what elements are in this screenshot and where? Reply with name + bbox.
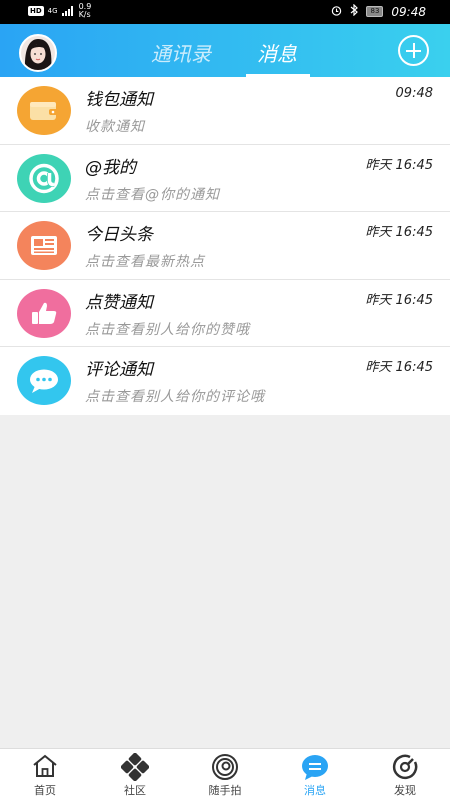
status-left: HD 4G 0.9 K/s xyxy=(28,3,91,19)
at-sign-icon xyxy=(17,153,71,203)
status-time: 09:48 xyxy=(391,4,426,19)
message-title: 点赞通知 xyxy=(85,292,153,313)
battery-indicator: 83 xyxy=(366,6,384,17)
message-subtitle: 点击查看别人给你的评论哦 xyxy=(85,389,265,405)
nav-label: 随手拍 xyxy=(208,784,242,797)
message-time: 昨天 16:45 xyxy=(365,360,433,375)
network-type: 4G xyxy=(47,6,58,15)
camera-swirl-icon xyxy=(212,754,238,780)
top-header: 通讯录 消息 xyxy=(0,24,450,77)
message-row-wallet[interactable]: 钱包通知 收款通知 09:48 xyxy=(0,77,450,145)
message-subtitle: 收款通知 xyxy=(85,119,145,135)
message-icon xyxy=(302,755,328,780)
tab-messages[interactable]: 消息 xyxy=(257,38,297,67)
thumbs-up-icon xyxy=(17,288,71,338)
message-title: 钱包通知 xyxy=(85,90,153,110)
message-subtitle: 点击查看别人给你的赞哦 xyxy=(85,321,250,338)
wallet-icon xyxy=(17,86,71,135)
bluetooth-icon xyxy=(350,3,359,19)
home-icon xyxy=(33,754,57,777)
add-button[interactable] xyxy=(398,35,429,66)
message-row-headlines[interactable]: 今日头条 点击查看最新热点 昨天 16:45 xyxy=(0,212,450,280)
hd-badge: HD xyxy=(28,6,44,16)
community-icon xyxy=(121,753,149,781)
status-right: 83 09:48 xyxy=(331,3,426,19)
message-time: 昨天 16:45 xyxy=(365,225,433,240)
comment-bubble-icon xyxy=(17,356,71,405)
nav-snapshot[interactable]: 随手拍 xyxy=(180,749,270,800)
newspaper-icon xyxy=(17,221,71,270)
nav-label: 社区 xyxy=(124,784,146,797)
user-avatar[interactable] xyxy=(19,34,57,72)
alarm-icon xyxy=(331,5,342,19)
nav-label: 发现 xyxy=(394,784,416,797)
nav-community[interactable]: 社区 xyxy=(90,749,180,800)
tab-contacts[interactable]: 通讯录 xyxy=(151,38,211,67)
message-title: 今日头条 xyxy=(85,225,153,245)
nav-label: 首页 xyxy=(34,784,56,797)
speed-unit: K/s xyxy=(78,10,91,19)
message-title: @我的 xyxy=(85,157,136,178)
nav-home[interactable]: 首页 xyxy=(0,749,90,800)
message-list: 钱包通知 收款通知 09:48 @我的 点击查看@你的通知 昨天 16:45 今… xyxy=(0,77,450,415)
message-row-comments[interactable]: 评论通知 点击查看别人给你的评论哦 昨天 16:45 xyxy=(0,347,450,415)
nav-messages[interactable]: 消息 xyxy=(270,749,360,800)
signal-icon xyxy=(61,6,73,16)
message-time: 09:48 xyxy=(395,86,433,101)
status-bar: HD 4G 0.9 K/s 83 09:48 xyxy=(0,0,450,24)
message-title: 评论通知 xyxy=(85,360,153,380)
avatar-image xyxy=(21,36,55,70)
message-row-mentions[interactable]: @我的 点击查看@你的通知 昨天 16:45 xyxy=(0,145,450,212)
discover-icon xyxy=(392,754,418,780)
nav-label: 消息 xyxy=(304,784,326,797)
message-subtitle: 点击查看最新热点 xyxy=(85,254,205,270)
message-subtitle: 点击查看@你的通知 xyxy=(85,186,220,203)
bottom-navigation: 首页 社区 随手拍 消息 发现 xyxy=(0,748,450,800)
nav-discover[interactable]: 发现 xyxy=(360,749,450,800)
message-row-likes[interactable]: 点赞通知 点击查看别人给你的赞哦 昨天 16:45 xyxy=(0,280,450,347)
network-speed: 0.9 K/s xyxy=(79,3,92,19)
message-time: 昨天 16:45 xyxy=(365,292,433,308)
message-time: 昨天 16:45 xyxy=(365,157,433,173)
